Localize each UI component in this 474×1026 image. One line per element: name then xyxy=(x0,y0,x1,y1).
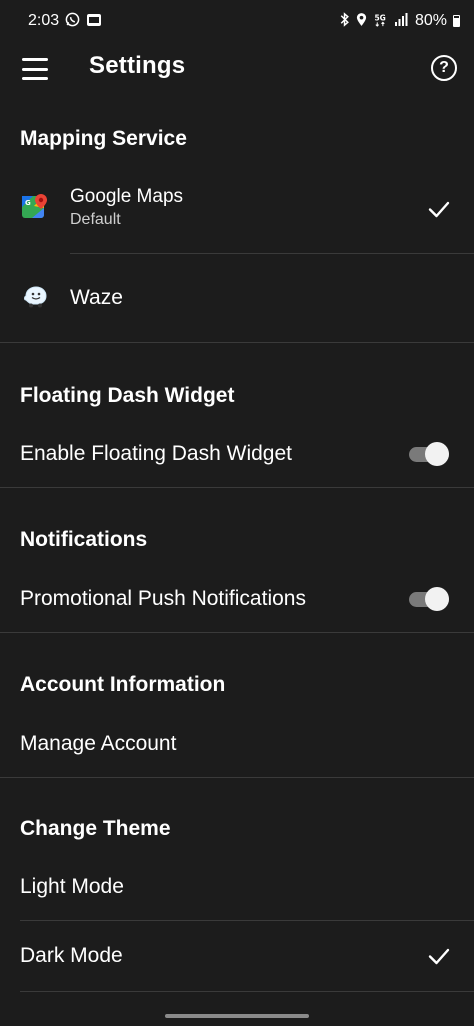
setting-manage-account[interactable]: Manage Account xyxy=(0,715,474,775)
divider xyxy=(0,777,474,778)
status-left: 2:03 xyxy=(28,12,102,30)
divider xyxy=(0,342,474,343)
help-icon: ? xyxy=(439,59,449,76)
google-maps-default-label: Default xyxy=(70,211,121,228)
section-header-mapping: Mapping Service xyxy=(20,127,187,150)
promotional-push-toggle[interactable] xyxy=(409,586,451,612)
setting-enable-floating-dash[interactable]: Enable Floating Dash Widget xyxy=(0,425,474,485)
option-light-mode[interactable]: Light Mode xyxy=(0,858,474,918)
battery-icon xyxy=(453,15,460,27)
help-button[interactable]: ? xyxy=(431,55,457,81)
section-header-floating-dash: Floating Dash Widget xyxy=(20,384,235,407)
light-mode-label: Light Mode xyxy=(20,875,124,898)
google-maps-label: Google Maps xyxy=(70,186,184,207)
svg-text:G: G xyxy=(25,199,31,207)
section-header-notifications: Notifications xyxy=(20,528,148,551)
network-5g-icon: 5G xyxy=(373,12,389,30)
svg-text:5G: 5G xyxy=(374,13,385,22)
manage-account-label: Manage Account xyxy=(20,732,177,755)
page-title: Settings xyxy=(89,52,186,79)
waze-label: Waze xyxy=(70,286,123,309)
promotional-push-label: Promotional Push Notifications xyxy=(20,587,306,610)
battery-percent: 80% xyxy=(414,12,447,29)
option-dark-mode[interactable]: Dark Mode xyxy=(0,925,474,987)
setting-promotional-push[interactable]: Promotional Push Notifications xyxy=(0,570,474,630)
google-maps-icon: G xyxy=(22,194,48,220)
enable-floating-dash-label: Enable Floating Dash Widget xyxy=(20,442,292,465)
divider xyxy=(20,920,474,921)
location-icon xyxy=(356,12,367,30)
checkmark-icon xyxy=(428,201,450,218)
status-right: 5G 80% xyxy=(340,12,460,30)
gallery-notification-icon xyxy=(86,13,102,30)
whatsapp-icon xyxy=(65,12,80,30)
signal-icon xyxy=(394,13,409,29)
gesture-navigation-bar[interactable] xyxy=(165,1014,309,1018)
app-bar: Settings ? xyxy=(0,42,474,96)
option-google-maps[interactable]: G Google Maps Default xyxy=(0,178,474,253)
floating-dash-toggle[interactable] xyxy=(409,441,451,467)
section-header-account: Account Information xyxy=(20,673,226,696)
waze-icon xyxy=(22,284,48,310)
divider xyxy=(0,632,474,633)
option-waze[interactable]: Waze xyxy=(0,262,474,334)
menu-icon xyxy=(22,58,48,61)
section-header-theme: Change Theme xyxy=(20,817,171,840)
divider xyxy=(70,253,474,254)
divider xyxy=(0,487,474,488)
checkmark-icon xyxy=(428,948,450,965)
status-time: 2:03 xyxy=(28,12,60,29)
divider xyxy=(20,991,474,992)
dark-mode-label: Dark Mode xyxy=(20,944,123,967)
status-bar: 2:03 5G 80% xyxy=(0,0,474,42)
menu-button[interactable] xyxy=(22,58,48,80)
bluetooth-icon xyxy=(340,12,350,30)
